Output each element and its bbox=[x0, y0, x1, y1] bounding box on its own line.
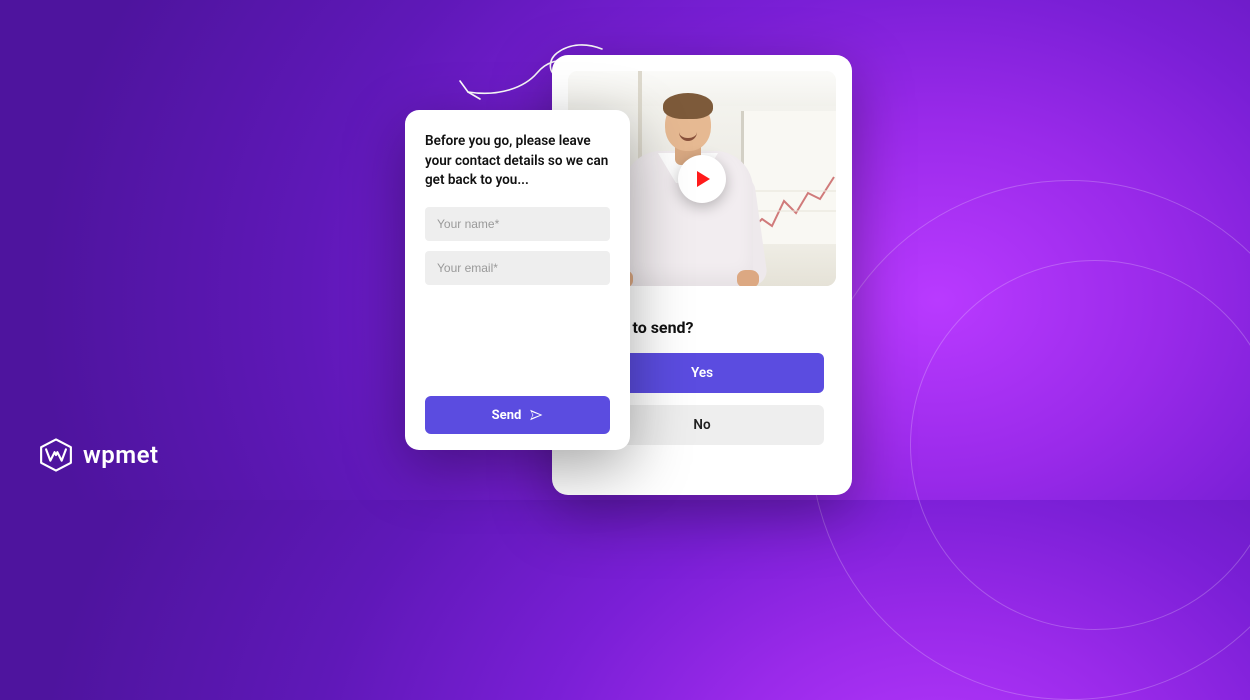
send-button[interactable]: Send bbox=[425, 396, 610, 434]
play-icon bbox=[697, 171, 710, 187]
decor-ring-small bbox=[910, 260, 1250, 630]
email-input[interactable] bbox=[425, 251, 610, 285]
brand-name: wpmet bbox=[83, 441, 159, 469]
contact-card: Before you go, please leave your contact… bbox=[405, 110, 630, 450]
play-button[interactable] bbox=[678, 155, 726, 203]
brand-logo: wpmet bbox=[39, 438, 159, 472]
contact-message: Before you go, please leave your contact… bbox=[425, 132, 610, 191]
send-button-label: Send bbox=[492, 408, 522, 423]
decor-ring-large bbox=[810, 180, 1250, 700]
name-input[interactable] bbox=[425, 207, 610, 241]
paper-plane-icon bbox=[529, 408, 543, 422]
brand-mark-icon bbox=[39, 438, 73, 472]
